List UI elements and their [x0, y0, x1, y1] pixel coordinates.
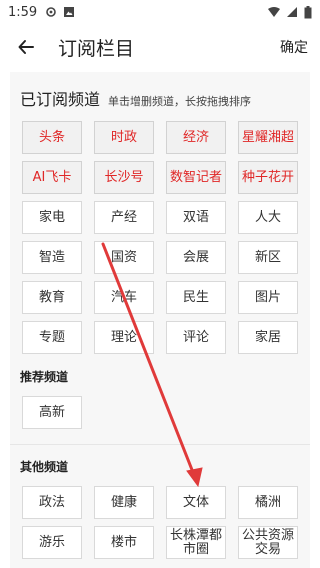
- channel-chip[interactable]: 游乐: [22, 526, 82, 559]
- channel-chip-ai-feika[interactable]: AI飞卡: [22, 161, 82, 194]
- subscribed-grid: 头条 时政 经济 星耀湘超 AI飞卡 长沙号 数智记者 种子花开 家电 产经 双…: [22, 121, 298, 354]
- back-button[interactable]: [12, 33, 40, 61]
- status-time: 1:59: [8, 4, 38, 20]
- channel-chip[interactable]: 评论: [166, 321, 226, 354]
- app-bar: 订阅栏目 确定: [0, 24, 320, 70]
- channel-chip-changshahao[interactable]: 长沙号: [94, 161, 154, 194]
- section-divider: [10, 444, 310, 445]
- channel-chip-toutiao[interactable]: 头条: [22, 121, 82, 154]
- other-grid: 政法 健康 文体 橘洲 游乐 楼市 长株潭都市圈 公共资源交易: [22, 486, 298, 559]
- channel-chip[interactable]: 双语: [166, 201, 226, 234]
- channel-chip[interactable]: 橘洲: [238, 486, 298, 519]
- channel-chip[interactable]: 民生: [166, 281, 226, 314]
- channel-chip[interactable]: 会展: [166, 241, 226, 274]
- channel-chip[interactable]: 人大: [238, 201, 298, 234]
- other-title: 其他频道: [20, 460, 69, 474]
- arrow-left-icon: [18, 40, 34, 54]
- channel-chip[interactable]: 专题: [22, 321, 82, 354]
- channel-chip[interactable]: 家居: [238, 321, 298, 354]
- channel-chip[interactable]: 新区: [238, 241, 298, 274]
- channel-chip-wenti[interactable]: 文体: [166, 486, 226, 519]
- subscribed-title: 已订阅频道: [20, 90, 101, 109]
- recommended-grid: 高新: [22, 396, 298, 429]
- channel-chip-shuzhi[interactable]: 数智记者: [166, 161, 226, 194]
- channel-chip[interactable]: 高新: [22, 396, 82, 429]
- image-notification-icon: [64, 7, 75, 17]
- signal-icon: [287, 7, 297, 17]
- channel-chip[interactable]: 长株潭都市圈: [166, 526, 226, 559]
- channel-chip[interactable]: 理论: [94, 321, 154, 354]
- channel-chip[interactable]: 楼市: [94, 526, 154, 559]
- wifi-icon: [268, 7, 280, 17]
- status-bar: 1:59: [0, 0, 320, 24]
- channel-chip[interactable]: 公共资源交易: [238, 526, 298, 559]
- other-header: 其他频道: [20, 458, 68, 475]
- channel-chip-jingji[interactable]: 经济: [166, 121, 226, 154]
- channel-panel: 已订阅频道 单击增删频道，长按拖拽排序 头条 时政 经济 星耀湘超 AI飞卡 长…: [10, 72, 310, 568]
- channel-chip[interactable]: 产经: [94, 201, 154, 234]
- channel-chip-shizheng[interactable]: 时政: [94, 121, 154, 154]
- channel-chip[interactable]: 教育: [22, 281, 82, 314]
- page-title: 订阅栏目: [58, 37, 135, 60]
- channel-chip[interactable]: 国资: [94, 241, 154, 274]
- channel-chip-zhongzi[interactable]: 种子花开: [238, 161, 298, 194]
- status-right: [268, 5, 312, 19]
- channel-chip[interactable]: 政法: [22, 486, 82, 519]
- confirm-button[interactable]: 确定: [280, 37, 308, 57]
- channel-chip[interactable]: 家电: [22, 201, 82, 234]
- recommended-header: 推荐频道: [20, 368, 68, 385]
- recommended-title: 推荐频道: [20, 370, 69, 384]
- subscribed-hint: 单击增删频道，长按拖拽排序: [108, 95, 252, 108]
- channel-chip-xingyao[interactable]: 星耀湘超: [238, 121, 298, 154]
- settings-icon: [46, 7, 57, 17]
- channel-chip[interactable]: 图片: [238, 281, 298, 314]
- battery-icon: [304, 5, 312, 18]
- channel-chip[interactable]: 健康: [94, 486, 154, 519]
- channel-chip[interactable]: 汽车: [94, 281, 154, 314]
- subscribed-header: 已订阅频道 单击增删频道，长按拖拽排序: [20, 86, 251, 110]
- channel-chip[interactable]: 智造: [22, 241, 82, 274]
